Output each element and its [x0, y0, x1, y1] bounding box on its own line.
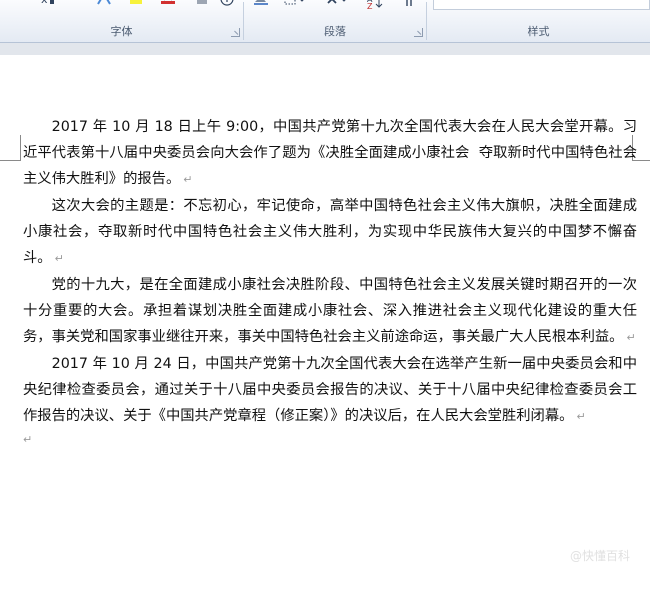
font-group-label: 字体	[110, 25, 133, 38]
paragraph-mark-icon: ↵	[626, 331, 636, 344]
watermark: @快懂百科	[569, 549, 630, 563]
crop-mark-top-left-horizontal	[0, 160, 20, 161]
font-dialog-launcher-icon[interactable]	[231, 28, 240, 37]
sort-icon[interactable]: AZ	[366, 0, 384, 10]
paragraph: 2017 年 10 月 24 日，中国共产党第十九次全国代表大会在选举产生新一届…	[23, 351, 637, 430]
character-shading-icon[interactable]	[196, 0, 210, 8]
svg-text:Z: Z	[367, 2, 373, 10]
paragraph-mark-icon: ↵	[183, 173, 193, 186]
font-group: x 字体	[0, 0, 243, 42]
strikethrough-icon[interactable]	[14, 0, 30, 8]
paragraph-mark-icon: ↵	[54, 252, 64, 265]
paragraph: 党的十九大，是在全面建成小康社会决胜阶段、中国特色社会主义发展关键时期召开的一次…	[23, 272, 637, 351]
paragraph-mark-icon: ↵	[576, 410, 586, 423]
paragraph: 这次大会的主题是：不忘初心，牢记使命，高举中国特色社会主义伟大旗帜，决胜全面建成…	[23, 193, 637, 272]
ribbon: x 字体 AZ	[0, 0, 650, 43]
font-color-icon[interactable]	[160, 0, 176, 8]
borders-icon[interactable]	[284, 0, 306, 8]
paragraph-text: 这次大会的主题是：不忘初心，牢记使命，高举中国特色社会主义伟大旗帜，决胜全面建成…	[23, 198, 637, 266]
quick-styles-gallery[interactable]	[433, 0, 650, 10]
enclose-characters-icon[interactable]	[219, 0, 235, 8]
paragraph: 2017 年 10 月 18 日上午 9:00，中国共产党第十九次全国代表大会在…	[23, 114, 637, 193]
crop-mark-top-left-vertical	[20, 135, 21, 161]
paragraph-text: 2017 年 10 月 18 日上午 9:00，中国共产党第十九次全国代表大会在…	[23, 119, 637, 187]
paragraph-group-label: 段落	[324, 25, 346, 38]
paragraph-shading-icon[interactable]	[252, 0, 274, 8]
empty-paragraph-mark-icon: ↵	[23, 433, 33, 446]
subscript-icon[interactable]: x	[40, 0, 56, 8]
paragraph-text: 2017 年 10 月 24 日，中国共产党第十九次全国代表大会在选举产生新一届…	[23, 356, 637, 424]
text-effects-icon[interactable]	[96, 0, 112, 8]
ruler-band	[0, 43, 650, 55]
paragraph-group: AZ 段落	[244, 0, 426, 42]
show-formatting-marks-icon[interactable]	[402, 0, 416, 8]
svg-text:x: x	[41, 0, 48, 6]
paragraph-text: 党的十九大，是在全面建成小康社会决胜阶段、中国特色社会主义发展关键时期召开的一次…	[23, 277, 637, 345]
document-body[interactable]: 2017 年 10 月 18 日上午 9:00，中国共产党第十九次全国代表大会在…	[23, 114, 637, 450]
chinese-layout-icon[interactable]	[326, 0, 350, 8]
paragraph-dialog-launcher-icon[interactable]	[414, 28, 423, 37]
highlight-color-icon[interactable]	[128, 0, 144, 8]
styles-group-label: 样式	[527, 25, 550, 38]
